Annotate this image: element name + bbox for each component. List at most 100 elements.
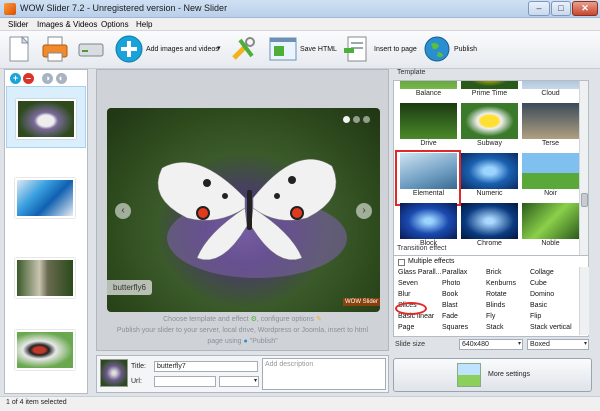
menu-help[interactable]: Help	[136, 20, 152, 29]
effect-item[interactable]: Parallax	[442, 269, 467, 276]
hint-line-3b: "Publish"	[249, 338, 278, 345]
template-preview	[461, 153, 518, 189]
title-field[interactable]: butterfly7	[154, 361, 258, 372]
hint-line-1b: , configure options	[256, 316, 315, 323]
save-button[interactable]	[76, 34, 108, 66]
add-icon[interactable]: +	[10, 73, 21, 84]
toolbar: Add images and videos ▾ Save HTML Insert…	[0, 31, 600, 69]
new-slider-button[interactable]	[4, 34, 36, 66]
next-arrow-icon[interactable]: ›	[356, 203, 372, 219]
effect-item[interactable]: Glass Parall...	[398, 269, 442, 276]
thumbnail-item[interactable]	[6, 166, 86, 228]
new-document-icon	[9, 35, 30, 62]
template-preview	[461, 103, 518, 139]
prev-arrow-icon[interactable]: ‹	[115, 203, 131, 219]
plus-icon	[115, 35, 143, 63]
thumbnail-image	[15, 258, 75, 298]
chevron-down-icon[interactable]: ▾	[217, 44, 221, 52]
remove-icon[interactable]: –	[23, 73, 34, 84]
multiple-effects-checkbox[interactable]	[398, 259, 405, 266]
move-up-icon[interactable]: ◑	[42, 73, 53, 84]
minimize-button[interactable]: –	[528, 1, 550, 16]
scrollbar-thumb[interactable]	[581, 193, 588, 207]
effect-item[interactable]: Rotate	[486, 291, 507, 298]
effect-item[interactable]: Book	[442, 291, 458, 298]
drive-icon	[78, 43, 104, 57]
open-button[interactable]	[40, 34, 72, 66]
current-slide-thumbnail	[100, 359, 128, 387]
publish-button[interactable]: Publish	[422, 34, 482, 66]
effect-item[interactable]: Seven	[398, 280, 418, 287]
template-preview	[400, 81, 457, 89]
slide-size-value: 640x480	[462, 341, 489, 348]
slide-mode-select[interactable]: Boxed ▾	[527, 339, 589, 350]
menu-slider[interactable]: Slider	[8, 20, 28, 29]
chevron-down-icon: ▾	[583, 341, 587, 347]
slide-dot[interactable]	[363, 116, 370, 123]
thumbnail-item[interactable]	[6, 246, 86, 308]
thumbnail-pane: + – ◑ ◐	[4, 69, 88, 394]
globe-icon: ●	[243, 338, 248, 345]
effect-item[interactable]: Stack vertical	[530, 324, 572, 331]
slide-size-select[interactable]: 640x480 ▾	[459, 339, 523, 350]
hint-line-1: Choose template and effect	[163, 316, 249, 323]
template-group-label: Template	[397, 69, 426, 76]
template-name: Chrome	[477, 240, 502, 247]
description-field[interactable]: Add description	[262, 358, 386, 390]
template-preview	[522, 203, 579, 239]
effect-item[interactable]: Cube	[530, 280, 547, 287]
settings-pane: Template Balance Prime Time Cloud Drive …	[393, 69, 596, 394]
url-field[interactable]	[154, 376, 216, 387]
status-text: 1 of 4 item selected	[6, 399, 67, 406]
globe-icon	[424, 36, 450, 62]
close-button[interactable]: ✕	[572, 1, 598, 16]
slide-caption: butterfly6	[107, 280, 152, 295]
thumbnail-item[interactable]	[6, 318, 86, 380]
effect-item[interactable]: Stack	[486, 324, 504, 331]
effect-item[interactable]: Kenburns	[486, 280, 516, 287]
effect-item[interactable]: Basic	[530, 302, 547, 309]
thumbnail-image	[15, 178, 75, 218]
effect-item[interactable]: Flip	[530, 313, 541, 320]
template-name: Balance	[415, 90, 442, 97]
slide-dot[interactable]	[353, 116, 360, 123]
template-name: Noir	[544, 190, 557, 197]
effect-item[interactable]: Squares	[442, 324, 468, 331]
url-target-select[interactable]: ▾	[219, 376, 259, 387]
effect-scrollbar[interactable]	[579, 267, 589, 335]
watermark: WOW Slider	[343, 298, 380, 306]
insert-to-page-button[interactable]: Insert to page	[342, 34, 418, 66]
thumbnail-image	[16, 99, 76, 139]
template-preview	[522, 103, 579, 139]
effect-item[interactable]: Brick	[486, 269, 502, 276]
effect-item[interactable]: Photo	[442, 280, 460, 287]
insert-page-icon	[344, 36, 367, 62]
hint-line-3: page using	[207, 338, 242, 345]
title-bar: WOW Slider 7.2 - Unregistered version - …	[0, 0, 600, 18]
save-html-button[interactable]: Save HTML	[268, 34, 337, 66]
hint-line-2: Publish your slider to your server, loca…	[116, 327, 369, 334]
title-label: Title:	[131, 363, 146, 370]
move-down-icon[interactable]: ◐	[56, 73, 67, 84]
add-images-button[interactable]: Add images and videos ▾	[114, 34, 224, 66]
menu-images-videos[interactable]: Images & Videos	[37, 20, 97, 29]
effect-item[interactable]: Blur	[398, 291, 410, 298]
effect-item[interactable]: Domino	[530, 291, 554, 298]
tools-icon	[232, 37, 255, 60]
effect-item[interactable]: Page	[398, 324, 414, 331]
effect-item[interactable]: Collage	[530, 269, 554, 276]
slide-dot[interactable]	[343, 116, 350, 123]
template-preview	[461, 81, 518, 89]
effect-item[interactable]: Fade	[442, 313, 458, 320]
effect-item[interactable]: Fly	[486, 313, 495, 320]
menu-options[interactable]: Options	[101, 20, 129, 29]
slider-preview[interactable]: ‹ › butterfly6 WOW Slider	[107, 108, 380, 312]
effect-item[interactable]: Blast	[442, 302, 458, 309]
maximize-button[interactable]: □	[551, 1, 571, 16]
options-button[interactable]	[228, 34, 260, 66]
thumbnail-item[interactable]	[6, 86, 86, 148]
chevron-down-icon: ▾	[253, 378, 257, 384]
multiple-effects-label: Multiple effects	[408, 258, 455, 265]
effect-item[interactable]: Blinds	[486, 302, 505, 309]
more-settings-button[interactable]: More settings	[393, 358, 592, 392]
